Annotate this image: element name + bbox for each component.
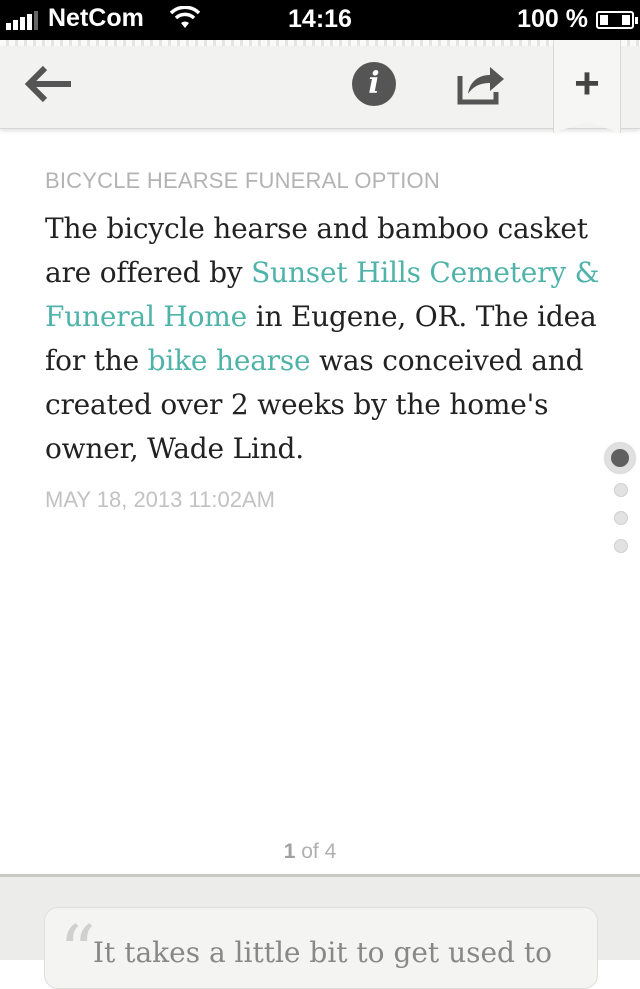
article-body: The bicycle hearse and bamboo casket are… xyxy=(45,207,605,471)
page-indicator: 1 of 4 xyxy=(0,840,620,864)
plus-icon: + xyxy=(574,59,600,108)
info-icon: i xyxy=(368,66,380,101)
page-dot[interactable] xyxy=(614,539,628,553)
quote-card[interactable]: “ It takes a little bit to get used to xyxy=(44,907,598,989)
article-category: BICYCLE HEARSE FUNERAL OPTION xyxy=(45,168,440,193)
quote-mark-icon: “ xyxy=(59,910,96,989)
page-current: 1 xyxy=(283,840,296,863)
add-button[interactable]: + xyxy=(553,40,621,133)
page-dot[interactable] xyxy=(614,511,628,525)
bike-hearse-link[interactable]: bike hearse xyxy=(148,344,311,377)
quote-text: It takes a little bit to get used to xyxy=(93,936,552,969)
article-timestamp: MAY 18, 2013 11:02AM xyxy=(45,487,275,512)
page-dot[interactable] xyxy=(614,483,628,497)
battery-group: 100 % xyxy=(517,5,638,34)
arrow-left-icon xyxy=(24,65,71,103)
share-button[interactable] xyxy=(454,60,508,108)
page-total: 4 xyxy=(324,840,337,863)
toolbar: i xyxy=(0,40,640,129)
status-bar: NetCom 14:16 100 % xyxy=(0,0,640,40)
info-button[interactable]: i xyxy=(352,62,396,106)
battery-icon xyxy=(596,10,638,29)
back-button[interactable] xyxy=(20,58,76,110)
page-dot-active[interactable] xyxy=(605,443,635,473)
battery-percent: 100 % xyxy=(517,5,588,33)
page-of-label: of xyxy=(301,840,319,863)
share-icon xyxy=(457,67,504,105)
